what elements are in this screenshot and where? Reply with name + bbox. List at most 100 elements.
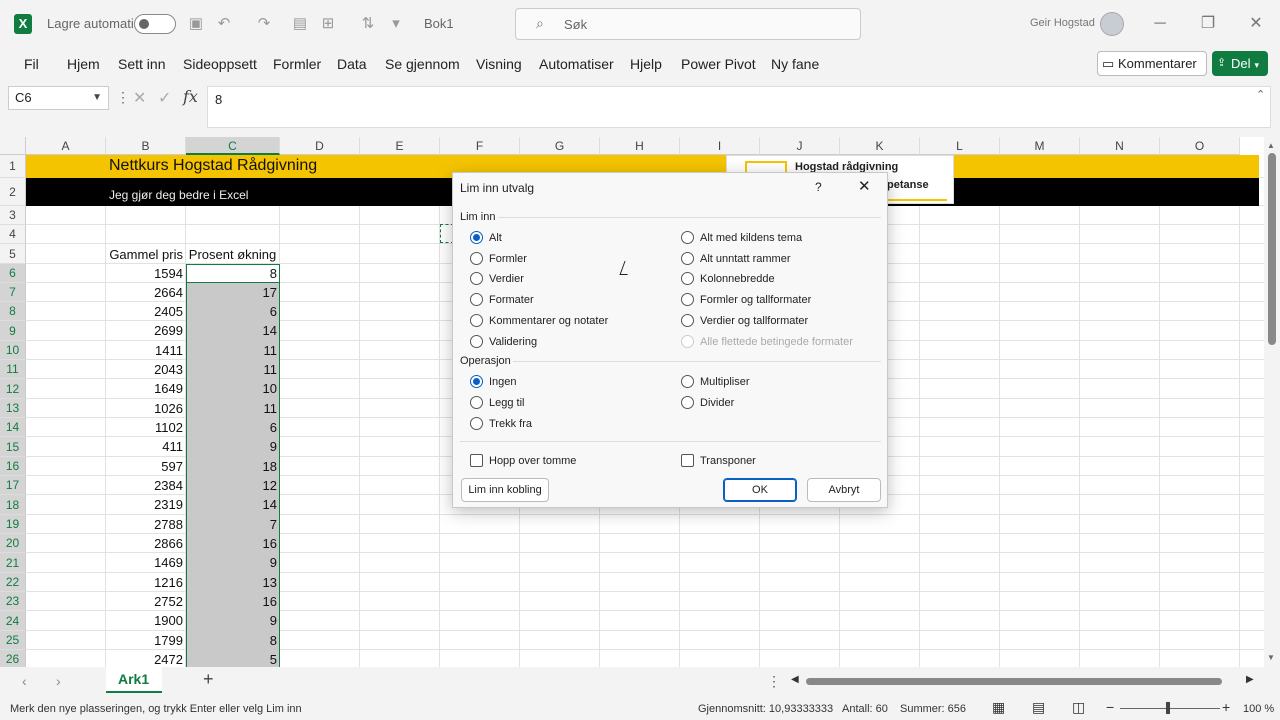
scroll-up-icon[interactable]: ▲ — [1267, 141, 1275, 150]
cell-b[interactable]: 2788 — [106, 517, 186, 532]
cell-b[interactable]: 2664 — [106, 285, 186, 300]
row-header[interactable]: 16 — [0, 457, 26, 476]
cell-b[interactable]: 1649 — [106, 381, 186, 396]
operation-radio[interactable] — [681, 375, 694, 388]
row-header[interactable]: 7 — [0, 283, 26, 302]
cell-c[interactable]: 6 — [186, 420, 280, 435]
row-header[interactable]: 3 — [0, 206, 26, 225]
search-box[interactable]: ⌕ Søk — [515, 8, 861, 40]
column-header[interactable]: K — [840, 137, 920, 155]
cell-c[interactable]: 8 — [186, 633, 280, 648]
tab-hjem[interactable]: Hjem — [67, 56, 100, 72]
row-header[interactable]: 8 — [0, 302, 26, 321]
vertical-scrollbar[interactable]: ▲ ▼ — [1264, 137, 1280, 667]
zoom-slider-thumb[interactable] — [1166, 702, 1170, 714]
paste-option-radio[interactable] — [470, 293, 483, 306]
cell-b[interactable]: 2866 — [106, 536, 186, 551]
column-header[interactable]: G — [520, 137, 600, 155]
save-icon[interactable]: ▣ — [186, 14, 206, 34]
row-header[interactable]: 25 — [0, 631, 26, 650]
cell-c[interactable]: 9 — [186, 613, 280, 628]
column-header[interactable]: J — [760, 137, 840, 155]
confirm-entry-icon[interactable]: ✓ — [158, 88, 171, 108]
tab-sideoppsett[interactable]: Sideoppsett — [183, 56, 257, 72]
row-header[interactable]: 13 — [0, 399, 26, 418]
collapse-formula-bar-icon[interactable]: ⌃ — [1256, 88, 1265, 101]
cell-b[interactable]: 1216 — [106, 575, 186, 590]
cell-c[interactable]: 18 — [186, 459, 280, 474]
undo-icon[interactable]: ↶ — [214, 14, 234, 34]
column-header[interactable]: I — [680, 137, 760, 155]
close-icon[interactable]: ✕ — [858, 177, 871, 195]
paste-link-button[interactable]: Lim inn kobling — [461, 478, 549, 502]
transpose-checkbox[interactable] — [681, 454, 694, 467]
cell-c[interactable]: 9 — [186, 555, 280, 570]
cell-c[interactable]: 11 — [186, 362, 280, 377]
tab-ny-fane[interactable]: Ny fane — [771, 56, 819, 72]
sheet-tab-ark1[interactable]: Ark1 — [106, 667, 162, 693]
row-header[interactable]: 26 — [0, 650, 26, 667]
help-icon[interactable]: ? — [815, 180, 822, 194]
scroll-left-icon[interactable]: ◀ — [791, 674, 799, 685]
zoom-out-icon[interactable]: − — [1106, 699, 1114, 715]
column-header[interactable]: F — [440, 137, 520, 155]
column-header[interactable]: M — [1000, 137, 1080, 155]
operation-radio[interactable] — [681, 396, 694, 409]
paste-option-radio[interactable] — [681, 314, 694, 327]
add-sheet-button[interactable]: + — [203, 669, 214, 690]
zoom-in-icon[interactable]: + — [1222, 699, 1230, 715]
row-header[interactable]: 15 — [0, 437, 26, 457]
prev-sheet-icon[interactable]: ‹ — [22, 673, 27, 689]
tab-visning[interactable]: Visning — [476, 56, 522, 72]
cell-c[interactable]: 10 — [186, 381, 280, 396]
row-header[interactable]: 20 — [0, 534, 26, 553]
column-header[interactable]: A — [26, 137, 106, 155]
paste-option-radio[interactable] — [681, 293, 694, 306]
skip-blanks-checkbox[interactable] — [470, 454, 483, 467]
cell-c[interactable]: 14 — [186, 323, 280, 338]
cell-b[interactable]: 1411 — [106, 343, 186, 358]
paste-option-radio[interactable] — [681, 252, 694, 265]
borders-icon[interactable]: ⊞ — [318, 14, 338, 34]
close-icon[interactable]: ✕ — [1244, 12, 1268, 36]
horizontal-scrollbar-thumb[interactable] — [806, 678, 1222, 685]
scroll-right-icon[interactable]: ▶ — [1246, 674, 1254, 685]
row-header[interactable]: 24 — [0, 611, 26, 631]
cell-c[interactable]: 6 — [186, 304, 280, 319]
redo-icon[interactable]: ↷ — [254, 14, 274, 34]
next-sheet-icon[interactable]: › — [56, 673, 61, 689]
row-header[interactable]: 1 — [0, 155, 26, 178]
scrollbar-thumb[interactable] — [1268, 153, 1276, 345]
customize-toolbar-icon[interactable]: ▾ — [386, 14, 406, 34]
row-header[interactable]: 14 — [0, 418, 26, 437]
row-header[interactable]: 19 — [0, 515, 26, 534]
row-header[interactable]: 18 — [0, 495, 26, 515]
more-options-icon[interactable]: ⋮ — [767, 673, 781, 690]
cell-c[interactable]: 7 — [186, 517, 280, 532]
column-header[interactable]: L — [920, 137, 1000, 155]
cancel-entry-icon[interactable]: ✕ — [133, 88, 146, 108]
avatar[interactable] — [1100, 12, 1124, 36]
select-all-corner[interactable] — [0, 137, 26, 155]
tab-fil[interactable]: Fil — [24, 56, 39, 72]
paste-option-radio[interactable] — [470, 252, 483, 265]
paste-option-radio[interactable] — [681, 231, 694, 244]
row-header[interactable]: 21 — [0, 553, 26, 573]
tab-formler[interactable]: Formler — [273, 56, 321, 72]
paste-option-radio[interactable] — [681, 272, 694, 285]
ok-button[interactable]: OK — [723, 478, 797, 502]
autosave-toggle[interactable] — [134, 14, 176, 34]
column-header[interactable]: B — [106, 137, 186, 155]
paste-option-radio[interactable] — [470, 335, 483, 348]
row-header[interactable]: 22 — [0, 573, 26, 592]
cell-b[interactable]: 2472 — [106, 652, 186, 667]
clipboard-icon[interactable]: ▤ — [290, 14, 310, 34]
cell-b[interactable]: 1594 — [106, 266, 186, 281]
paste-option-radio[interactable] — [470, 272, 483, 285]
row-header[interactable]: 9 — [0, 321, 26, 341]
cancel-button[interactable]: Avbryt — [807, 478, 881, 502]
sort-icon[interactable]: ⇅ — [358, 14, 378, 34]
normal-view-icon[interactable]: ▦ — [992, 699, 1005, 716]
page-layout-icon[interactable]: ▤ — [1032, 699, 1045, 716]
cell-b[interactable]: 2043 — [106, 362, 186, 377]
